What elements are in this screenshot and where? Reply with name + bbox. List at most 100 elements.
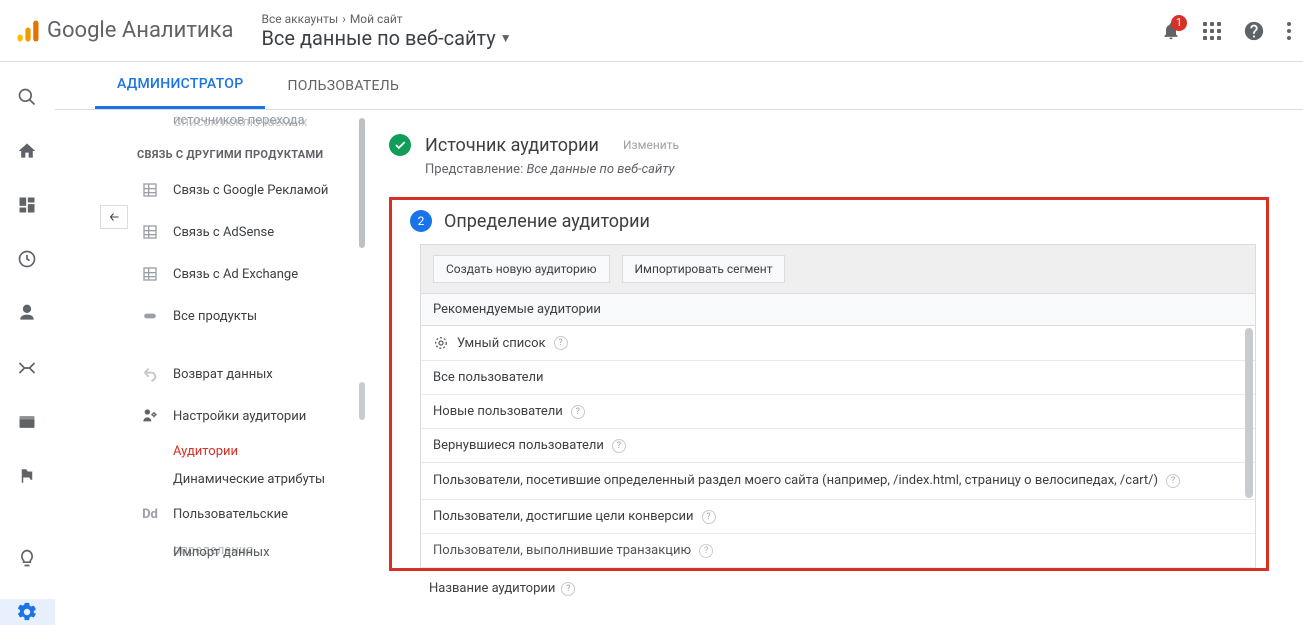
menu-all-products[interactable]: Все продукты [133, 295, 365, 337]
menu-label: Аудитории [173, 444, 238, 459]
menu-custom-definitions[interactable]: Dd Пользовательские [133, 493, 365, 535]
list-item[interactable]: Пользователи, выполнившие транзакцию ? [421, 534, 1255, 568]
menu-label: Связь с Ad Exchange [173, 267, 298, 282]
help-icon[interactable]: ? [1166, 474, 1180, 488]
menu-adexchange-link[interactable]: Связь с Ad Exchange [133, 253, 365, 295]
tab-user[interactable]: ПОЛЬЗОВАТЕЛЬ [265, 62, 421, 109]
list-item-label: Вернувшиеся пользователи [433, 438, 604, 453]
menu-postbacks[interactable]: Возврат данных [133, 353, 365, 395]
step2-title: Определение аудитории [444, 211, 650, 232]
app-header: Google Аналитика Все аккаунты › Мой сайт… [0, 0, 1303, 62]
dashboard-icon [17, 195, 37, 215]
recommended-list: Умный список ? Все пользователи Новые по… [420, 326, 1256, 568]
grid-icon [139, 224, 161, 240]
apps-button[interactable] [1203, 22, 1221, 40]
section-header-linking: СВЯЗЬ С ДРУГИМИ ПРОДУКТАМИ [137, 148, 365, 161]
menu-label: Связь с Google Рекламой [173, 183, 328, 198]
list-item-label: Пользователи, достигшие цели конверсии [433, 509, 694, 524]
nav-behavior[interactable] [0, 409, 55, 435]
step2-row: 2 Определение аудитории [410, 210, 1250, 232]
menu-label: Возврат данных [173, 367, 273, 382]
audience-builder-panel: Источник аудитории Изменить Представлени… [365, 110, 1303, 625]
submenu-audiences[interactable]: Аудитории [133, 437, 365, 465]
nav-admin[interactable] [0, 599, 55, 625]
audience-name-label: Название аудитории [429, 581, 555, 596]
import-segment-button[interactable]: Импортировать сегмент [622, 255, 786, 283]
menu-google-ads-link[interactable]: Связь с Google Рекламой [133, 169, 365, 211]
list-scrollbar[interactable] [1245, 328, 1253, 560]
check-icon [393, 138, 407, 152]
collapse-handle[interactable] [100, 205, 128, 229]
menu-audience-settings[interactable]: Настройки аудитории [133, 395, 365, 437]
breadcrumb-property: Мой сайт [350, 12, 403, 26]
notifications-button[interactable]: 1 [1161, 21, 1181, 41]
clock-icon [17, 249, 37, 269]
step1-title: Источник аудитории [425, 135, 599, 156]
list-item-label: Пользователи, посетившие определенный ра… [433, 472, 1158, 490]
list-scroll-thumb[interactable] [1245, 328, 1253, 498]
list-item-label: Умный список [457, 336, 546, 351]
breadcrumb: Все аккаунты › Мой сайт [261, 12, 511, 26]
list-item-label: Новые пользователи [433, 404, 563, 419]
truncated-item: источников перехода Список исключаемых [133, 114, 365, 130]
submenu-dynamic-attributes[interactable]: Динамические атрибуты [133, 465, 365, 493]
list-item[interactable]: Вернувшиеся пользователи ? [421, 429, 1255, 463]
chevron-right-icon: › [342, 12, 346, 26]
nav-realtime[interactable] [0, 246, 55, 272]
behavior-icon [17, 412, 37, 432]
dd-icon: Dd [139, 507, 161, 522]
help-icon[interactable]: ? [699, 544, 713, 558]
help-icon[interactable]: ? [554, 336, 568, 350]
menu-label: Связь с AdSense [173, 225, 274, 240]
admin-tabs: АДМИНИСТРАТОР ПОЛЬЗОВАТЕЛЬ [55, 62, 1303, 110]
step2-highlight-box: 2 Определение аудитории Создать новую ау… [389, 197, 1269, 571]
nav-discover[interactable] [0, 545, 55, 571]
step1-edit-link[interactable]: Изменить [623, 138, 679, 152]
grid-icon [139, 182, 161, 198]
audience-name-row: Название аудитории ? [429, 581, 1269, 596]
gear-icon [16, 601, 38, 623]
list-item[interactable]: Пользователи, посетившие определенный ра… [421, 463, 1255, 500]
brand-text: Google Аналитика [47, 18, 233, 43]
help-icon[interactable]: ? [702, 510, 716, 524]
smartlist-icon [433, 335, 449, 351]
help-icon[interactable]: ? [561, 582, 575, 596]
grid-icon [139, 266, 161, 282]
view-name-row: Все данные по веб-сайту ▼ [261, 26, 511, 50]
menu-label: Пользовательские [173, 507, 288, 522]
acquisition-icon [16, 358, 38, 378]
menu-overflow[interactable]: определения Импорт данных [133, 531, 365, 573]
property-selector[interactable]: Все аккаунты › Мой сайт Все данные по ве… [261, 12, 511, 50]
recommended-header: Рекомендуемые аудитории [420, 294, 1256, 326]
breadcrumb-accounts: Все аккаунты [261, 12, 338, 26]
return-icon [139, 366, 161, 382]
nav-search[interactable] [0, 84, 55, 110]
more-button[interactable] [1287, 22, 1291, 40]
nav-acquisition[interactable] [0, 354, 55, 380]
nav-home[interactable] [0, 138, 55, 164]
list-item-label: Пользователи, выполнившие транзакцию [433, 543, 691, 558]
step1-row: Источник аудитории Изменить [389, 134, 1269, 156]
menu-label: определения Импорт данных [173, 545, 270, 560]
create-audience-button[interactable]: Создать новую аудиторию [433, 255, 610, 283]
list-item[interactable]: Пользователи, достигшие цели конверсии ? [421, 500, 1255, 534]
nav-customization[interactable] [0, 192, 55, 218]
list-item[interactable]: Все пользователи [421, 361, 1255, 395]
audience-action-bar: Создать новую аудиторию Импортировать се… [420, 244, 1256, 294]
nav-conversions[interactable] [0, 463, 55, 489]
help-icon[interactable]: ? [612, 439, 626, 453]
notification-badge: 1 [1171, 15, 1187, 31]
list-item-label: Все пользователи [433, 370, 544, 385]
audience-settings-icon [139, 408, 161, 424]
nav-audience[interactable] [0, 300, 55, 326]
menu-label: Все продукты [173, 309, 257, 324]
app-logo[interactable]: Google Аналитика [14, 17, 233, 45]
list-item[interactable]: Умный список ? [421, 326, 1255, 361]
settings-sidebar: источников перехода Список исключаемых С… [55, 110, 365, 625]
person-icon [17, 303, 37, 323]
menu-adsense-link[interactable]: Связь с AdSense [133, 211, 365, 253]
help-icon[interactable] [1243, 20, 1265, 42]
list-item[interactable]: Новые пользователи ? [421, 395, 1255, 429]
tab-admin[interactable]: АДМИНИСТРАТОР [95, 62, 265, 109]
help-icon[interactable]: ? [571, 405, 585, 419]
